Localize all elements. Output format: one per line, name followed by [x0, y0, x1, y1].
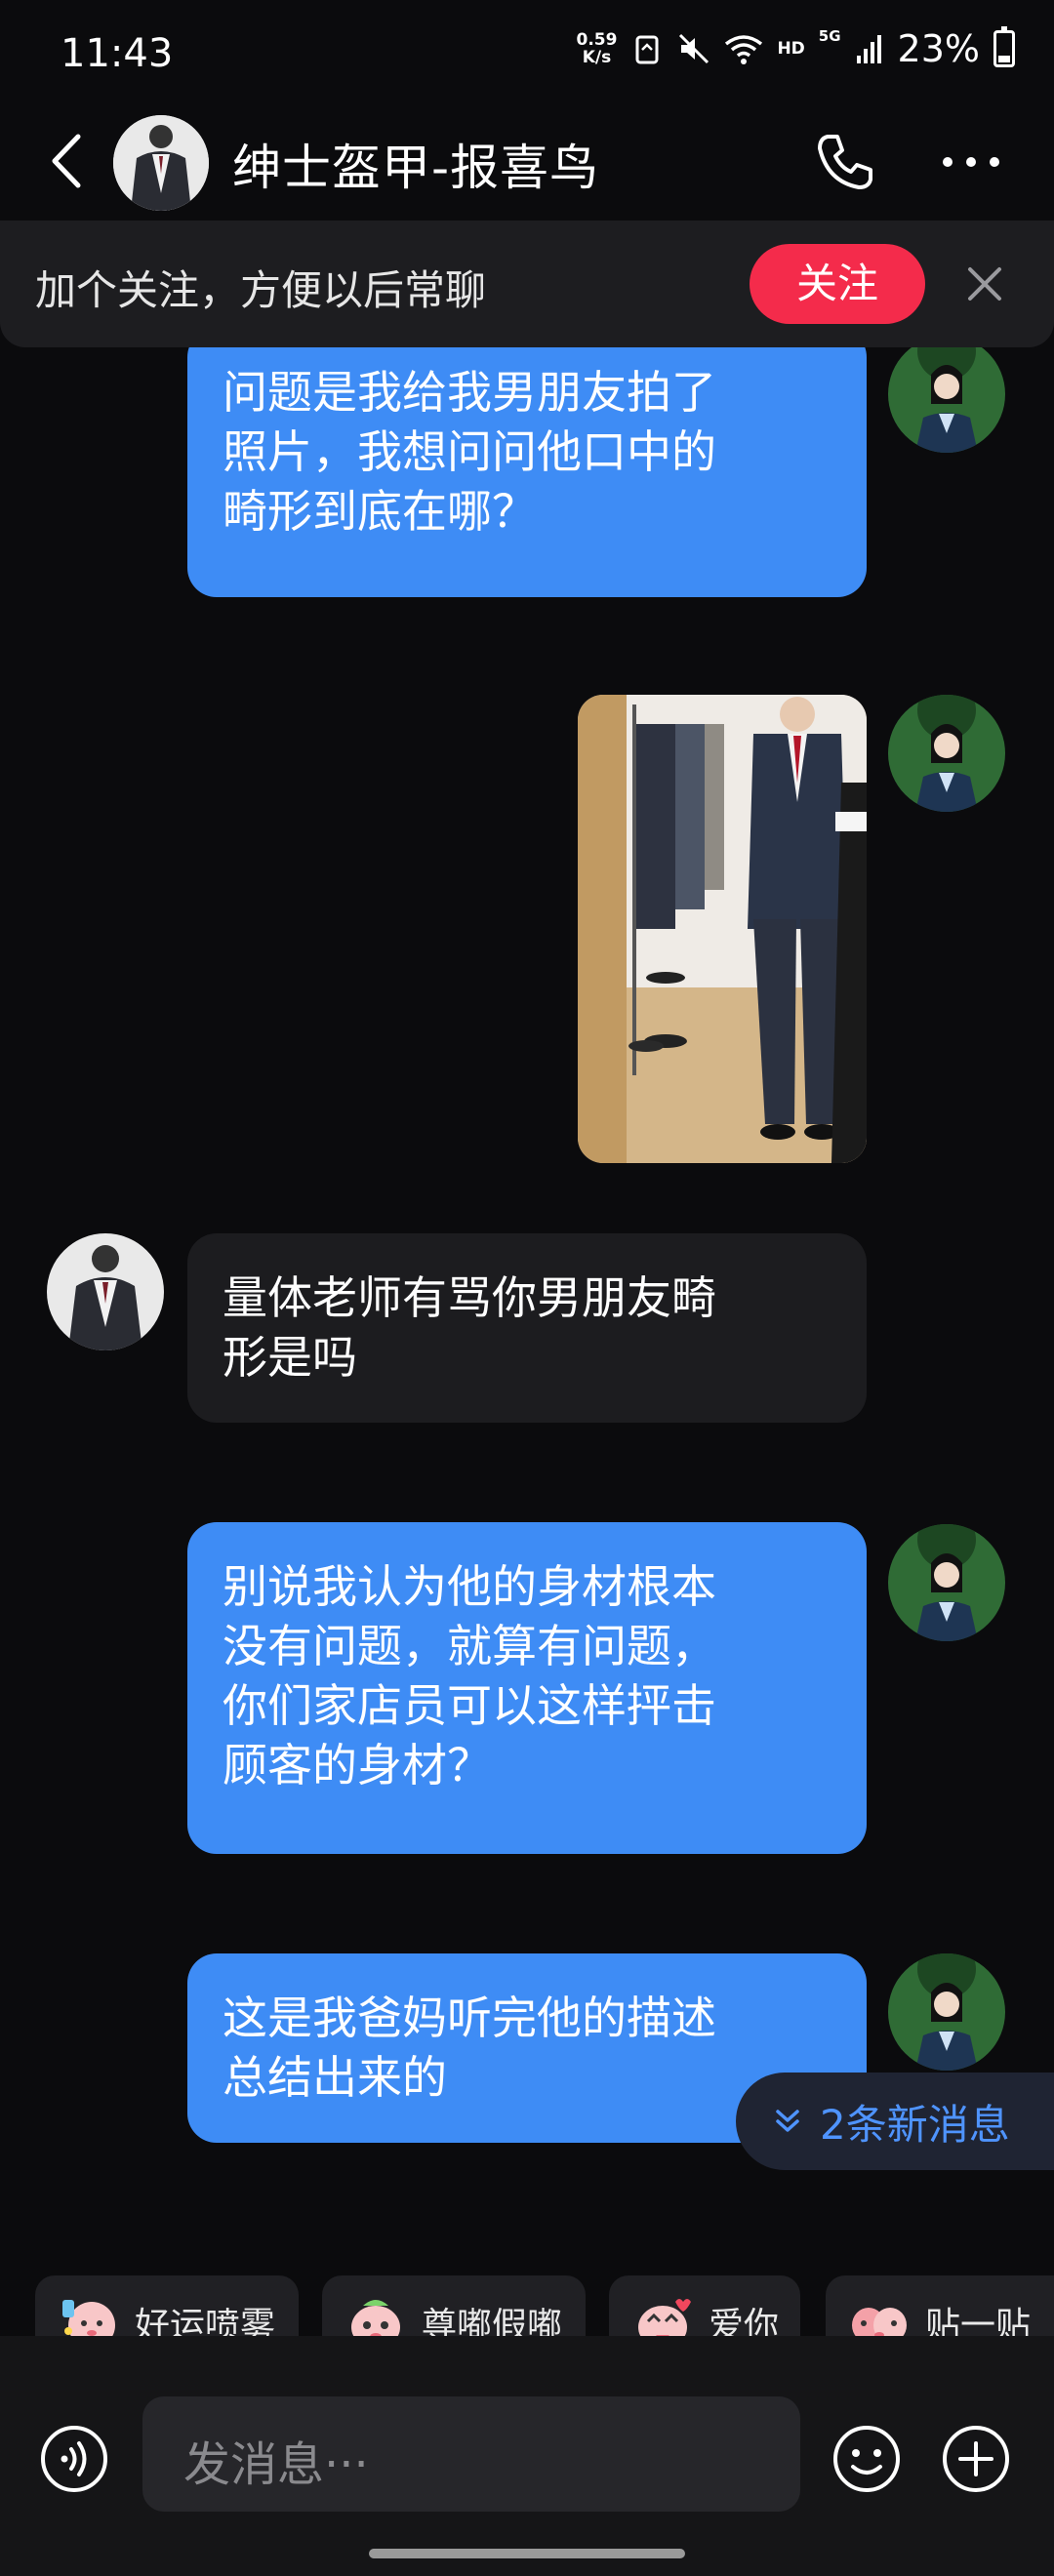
message-input-placeholder: 发消息···	[183, 2437, 369, 2492]
message-input-bar: 发消息···	[0, 2336, 1054, 2576]
follow-banner: 加个关注，方便以后常聊 关注	[0, 221, 1054, 347]
phone-icon[interactable]	[810, 127, 878, 195]
status-icons: 0.59 K/s HD 5G 23%	[576, 26, 1015, 70]
user-avatar[interactable]	[888, 695, 1005, 812]
follow-button[interactable]: 关注	[750, 244, 925, 324]
status-time: 11:43	[61, 31, 174, 76]
user-avatar[interactable]	[888, 1524, 1005, 1641]
more-icon[interactable]	[937, 142, 1005, 181]
emoji-icon[interactable]	[831, 2424, 902, 2494]
status-bar: 11:43 0.59 K/s HD 5G 23%	[0, 0, 1054, 107]
voice-icon[interactable]	[39, 2424, 109, 2494]
message-bubble-incoming[interactable]: 量体老师有骂你男朋友畸 形是吗	[187, 1233, 867, 1423]
network-label: 5G	[818, 27, 841, 45]
battery-icon	[993, 26, 1015, 67]
message-bubble-outgoing[interactable]: 问题是我给我男朋友拍了 照片，我想问问他口中的 畸形到底在哪？	[187, 328, 867, 597]
double-chevron-down-icon	[776, 2110, 799, 2132]
close-icon[interactable]	[962, 262, 1007, 306]
message-bubble-outgoing[interactable]: 别说我认为他的身材根本 没有问题，就算有问题， 你们家店员可以这样抨击 顾客的身…	[187, 1522, 867, 1854]
follow-prompt: 加个关注，方便以后常聊	[35, 266, 487, 314]
chat-header: 绅士盔甲-报喜鸟	[0, 107, 1054, 215]
plus-icon[interactable]	[941, 2424, 1011, 2494]
new-messages-button[interactable]: 2条新消息	[736, 2073, 1054, 2170]
recycle-icon	[635, 35, 659, 64]
back-arrow-icon[interactable]	[43, 129, 92, 193]
shared-photo[interactable]	[578, 695, 867, 1163]
signal-icon	[856, 35, 881, 63]
chat-title: 绅士盔甲-报喜鸟	[232, 140, 600, 196]
user-avatar[interactable]	[888, 336, 1005, 453]
new-messages-label: 2条新消息	[820, 2100, 1010, 2149]
wifi-icon	[725, 35, 763, 64]
battery-percent: 23%	[897, 27, 980, 70]
net-speed: 0.59 K/s	[576, 30, 618, 67]
home-indicator[interactable]	[369, 2549, 685, 2558]
shop-avatar[interactable]	[47, 1233, 164, 1350]
user-avatar[interactable]	[888, 1953, 1005, 2071]
shop-avatar[interactable]	[113, 115, 209, 211]
message-input[interactable]: 发消息···	[142, 2396, 800, 2512]
hd-label: HD	[777, 39, 805, 59]
mute-icon	[679, 33, 709, 64]
